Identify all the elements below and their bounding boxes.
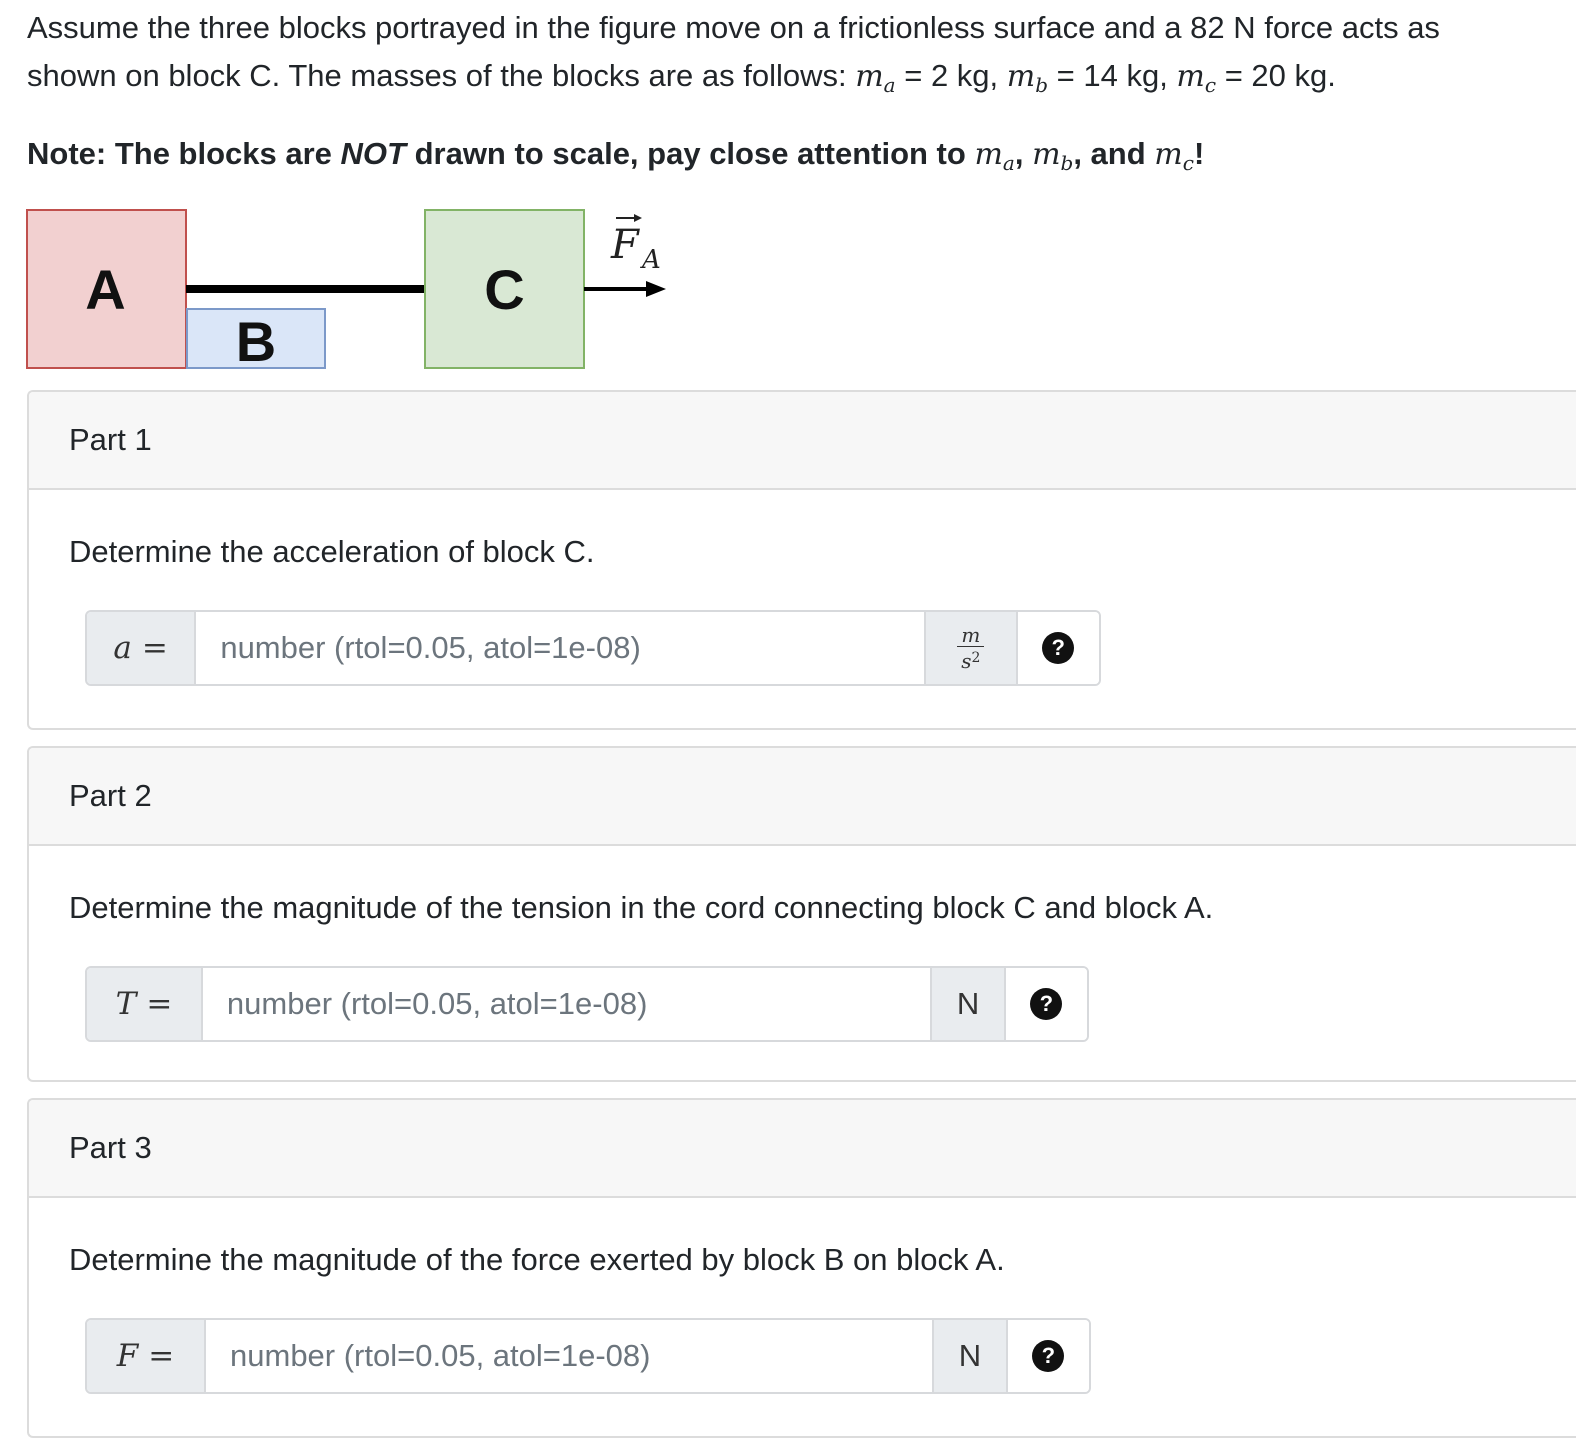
part-1-card: Part 1 Determine the acceleration of blo… <box>27 390 1576 730</box>
part-2-unit: N <box>930 968 1004 1040</box>
part-2-answer-input[interactable] <box>202 968 931 1040</box>
force-symbol: F <box>610 222 640 268</box>
note-emphasis: NOT <box>340 136 406 171</box>
block-b: B <box>186 308 326 373</box>
part-3-unit: N <box>932 1320 1006 1392</box>
part-3-header: Part 3 <box>29 1100 1576 1198</box>
force-arrow-icon: F A <box>584 214 666 297</box>
part-2-answer-group: T= N ? <box>85 966 1089 1042</box>
part-3-card: Part 3 Determine the magnitude of the fo… <box>27 1098 1576 1438</box>
mass-c-symbol: mc <box>1176 59 1217 97</box>
part-2-header: Part 2 <box>29 748 1576 846</box>
part-3-question: Determine the magnitude of the force exe… <box>69 1242 1005 1277</box>
part-1-question: Determine the acceleration of block C. <box>69 534 595 569</box>
problem-line-2: shown on block C. The masses of the bloc… <box>27 52 1557 101</box>
part-1-header: Part 1 <box>29 392 1576 490</box>
force-subscript: A <box>640 245 661 275</box>
mass-c-value: = 20 kg. <box>1216 58 1336 93</box>
problem-line-2-prefix: shown on block C. The masses of the bloc… <box>27 58 856 93</box>
part-2-card: Part 2 Determine the magnitude of the te… <box>27 746 1576 1082</box>
part-3-help-button[interactable]: ? <box>1005 1320 1089 1392</box>
mass-a-symbol: ma <box>855 59 896 97</box>
mass-b-symbol: mb <box>1006 59 1049 97</box>
scale-note: Note: The blocks are NOT drawn to scale,… <box>27 136 1205 175</box>
block-c: C <box>424 209 585 369</box>
part-3-answer-input[interactable] <box>206 1320 933 1392</box>
help-icon: ? <box>1042 632 1075 664</box>
part-1-unit: m s2 <box>924 612 1016 684</box>
help-icon: ? <box>1030 988 1063 1020</box>
part-1-help-button[interactable]: ? <box>1015 612 1099 684</box>
part-1-answer-group: a= ms2 ? <box>85 610 1101 686</box>
part-2-help-button[interactable]: ? <box>1003 968 1087 1040</box>
part-1-answer-input[interactable] <box>196 612 925 684</box>
part-2-variable-label: T = <box>87 968 203 1040</box>
mass-a-value: = 2 kg, <box>895 58 1007 93</box>
part-2-question: Determine the magnitude of the tension i… <box>69 890 1214 925</box>
note-mb: mb <box>1032 137 1074 175</box>
connecting-cord <box>186 285 426 293</box>
note-ma: ma <box>974 137 1015 175</box>
part-3-variable-label: F = <box>87 1320 207 1392</box>
block-a: A <box>26 209 187 369</box>
note-mc: mc <box>1154 137 1194 175</box>
mass-b-value: = 14 kg, <box>1048 58 1177 93</box>
help-icon: ? <box>1032 1340 1065 1372</box>
problem-line-1: Assume the three blocks portrayed in the… <box>27 10 1440 45</box>
problem-statement: Assume the three blocks portrayed in the… <box>27 4 1557 101</box>
blocks-figure: A B C F A <box>26 208 686 373</box>
part-1-variable-label: a = <box>87 612 197 684</box>
part-3-answer-group: F= N ? <box>85 1318 1091 1394</box>
